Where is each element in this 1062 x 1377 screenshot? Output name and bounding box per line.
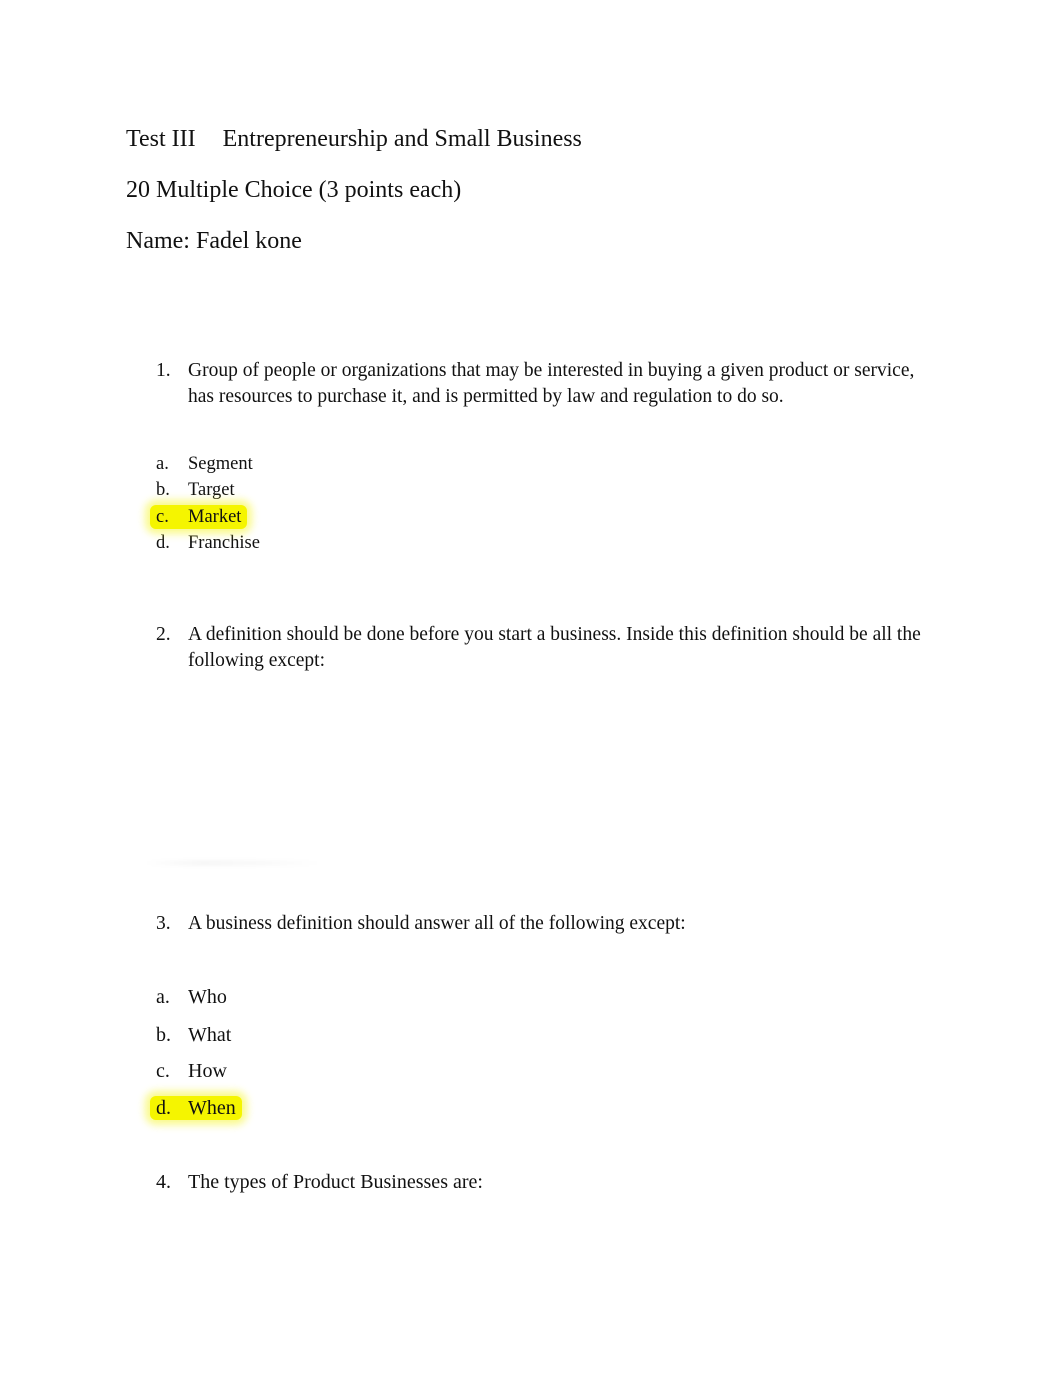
option-text: Segment xyxy=(188,454,253,474)
question-text: A business definition should answer all … xyxy=(188,913,686,934)
option-text: How xyxy=(188,1060,227,1082)
option-text: When xyxy=(188,1097,236,1119)
option-letter: c. xyxy=(156,507,169,527)
question-3-option-b: b. What xyxy=(156,1022,231,1048)
question-number: 4. xyxy=(156,1171,171,1193)
option-letter: a. xyxy=(156,454,169,474)
test-label: Test III xyxy=(126,126,196,152)
question-1-option-b: b. Target xyxy=(156,477,235,503)
option-letter: d. xyxy=(156,533,170,553)
option-text: Target xyxy=(188,480,235,500)
question-4: 4. The types of Product Businesses are: xyxy=(156,1170,926,1196)
option-letter: a. xyxy=(156,986,170,1008)
option-text: Market xyxy=(188,507,242,527)
student-name: Name: Fadel kone xyxy=(126,228,302,254)
instructions: 20 Multiple Choice (3 points each) xyxy=(126,177,462,203)
option-letter: c. xyxy=(156,1060,170,1082)
option-text: What xyxy=(188,1024,232,1046)
option-text: Franchise xyxy=(188,533,260,553)
question-text: Group of people or organizations that ma… xyxy=(188,360,915,407)
question-1-option-c-highlighted: c. Market xyxy=(149,504,248,530)
option-letter: b. xyxy=(156,1024,171,1046)
option-letter: b. xyxy=(156,480,170,500)
question-number: 2. xyxy=(156,624,171,645)
question-3: 3. A business definition should answer a… xyxy=(156,911,926,937)
question-3-option-a: a. Who xyxy=(156,984,227,1010)
question-1-option-d: d. Franchise xyxy=(156,530,260,556)
question-1-option-a: a. Segment xyxy=(156,451,253,477)
question-number: 3. xyxy=(156,913,171,934)
scan-smudge xyxy=(145,861,320,865)
document-page: Test III Entrepreneurship and Small Busin… xyxy=(0,0,1062,1377)
question-number: 1. xyxy=(156,360,171,381)
question-text: The types of Product Businesses are: xyxy=(188,1171,483,1193)
question-3-option-c: c. How xyxy=(156,1058,227,1084)
question-1: 1. Group of people or organizations that… xyxy=(156,358,926,409)
question-3-option-d-highlighted: d. When xyxy=(150,1095,242,1121)
course-title: Entrepreneurship and Small Business xyxy=(222,126,582,152)
question-2: 2. A definition should be done before yo… xyxy=(156,622,926,673)
option-text: Who xyxy=(188,986,227,1008)
question-text: A definition should be done before you s… xyxy=(188,624,921,671)
test-title: Test III Entrepreneurship and Small Busin… xyxy=(126,124,582,154)
option-letter: d. xyxy=(156,1097,171,1119)
